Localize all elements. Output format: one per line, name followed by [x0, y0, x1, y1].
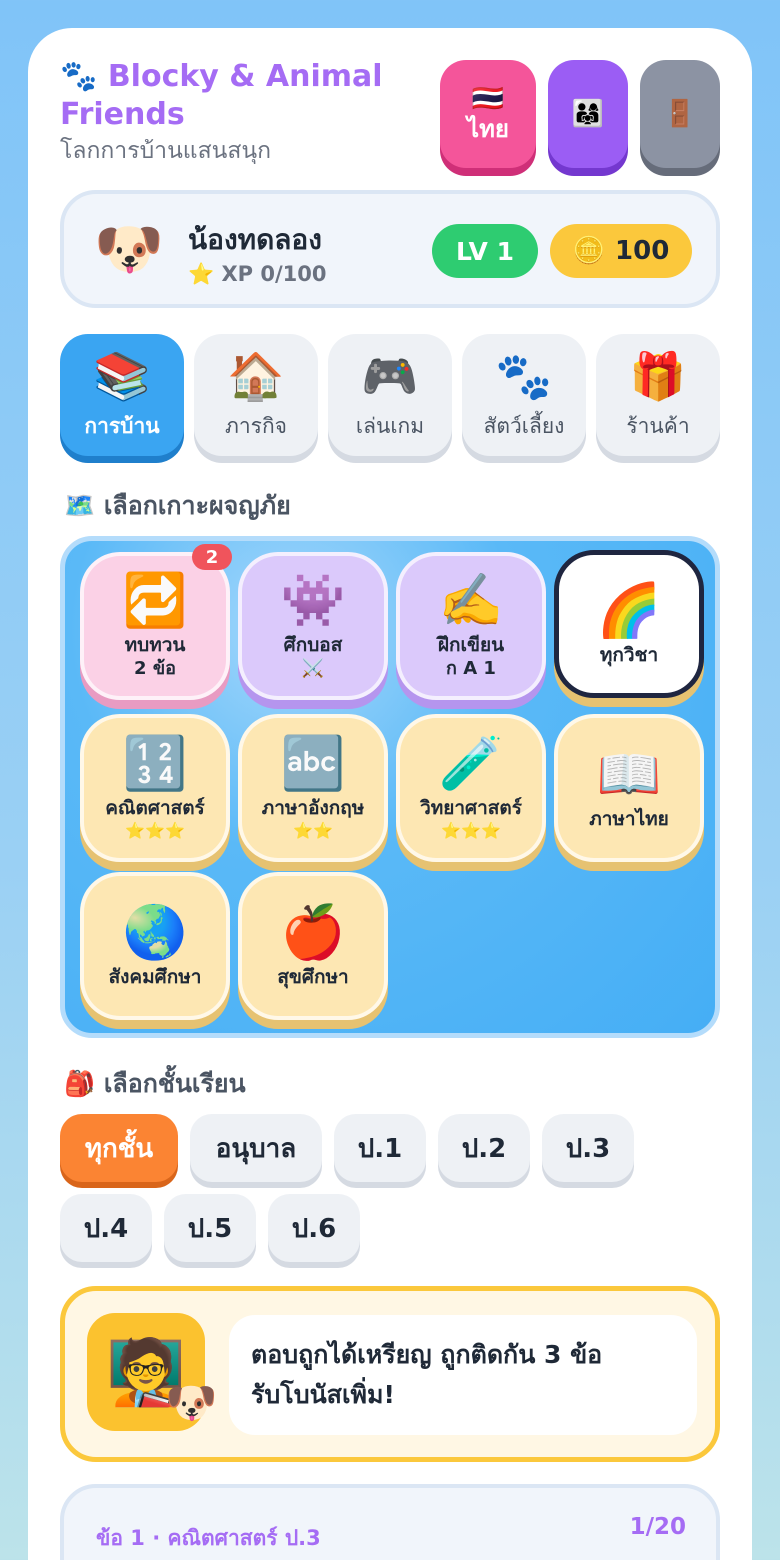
- tip-bubble: ตอบถูกได้เหรียญ ถูกติดกัน 3 ข้อ รับโบนัส…: [229, 1315, 697, 1435]
- island-label: ภาษาไทย: [589, 808, 669, 830]
- island-math[interactable]: 🔢 คณิตศาสตร์ ⭐⭐⭐: [80, 714, 230, 862]
- globe-icon: 🌏: [122, 903, 188, 963]
- grade-chip-p5[interactable]: ป.5: [164, 1194, 256, 1262]
- island-all-subjects[interactable]: 🌈 ทุกวิชา: [554, 550, 704, 698]
- tab-shop[interactable]: 🎁 ร้านค้า: [596, 334, 720, 456]
- coin-count: 100: [615, 236, 670, 266]
- island-health[interactable]: 🍎 สุขศึกษา: [238, 872, 388, 1020]
- crossed-swords-icon: ⚔️: [301, 658, 325, 679]
- island-social-studies[interactable]: 🌏 สังคมศึกษา: [80, 872, 230, 1020]
- dog-icon: 🐶: [165, 1378, 218, 1427]
- tab-label: สัตว์เลี้ยง: [483, 413, 565, 438]
- tip-text-line1: ตอบถูกได้เหรียญ ถูกติดกัน 3 ข้อ: [251, 1340, 603, 1369]
- island-label: วิทยาศาสตร์: [420, 797, 522, 819]
- question-card: ข้อ 1 · คณิตศาสตร์ ป.3 1/20: [60, 1484, 720, 1560]
- question-label: ข้อ 1 · คณิตศาสตร์ ป.3: [96, 1526, 321, 1550]
- writing-hand-icon: ✍️: [438, 571, 504, 631]
- grade-chip-all[interactable]: ทุกชั้น: [60, 1114, 178, 1182]
- tab-label: ภารกิจ: [225, 413, 287, 438]
- island-boss-battle[interactable]: 👾 ศึกบอส ⚔️: [238, 552, 388, 700]
- star-rating: ⭐⭐⭐: [441, 821, 501, 840]
- app-title: 🐾 Blocky & Animal Friends: [60, 58, 400, 134]
- player-name: น้องทดลอง: [188, 223, 322, 256]
- island-label: ทบทวน: [124, 634, 186, 656]
- coin-icon: 🪙: [572, 236, 606, 266]
- island-science[interactable]: 🧪 วิทยาศาสตร์ ⭐⭐⭐: [396, 714, 546, 862]
- family-icon: 👨‍👩‍👧: [571, 99, 605, 129]
- parent-mode-button[interactable]: 👨‍👩‍👧: [548, 60, 628, 168]
- grade-chip-p3[interactable]: ป.3: [542, 1114, 634, 1182]
- tip-text-line2: รับโบนัสเพิ่ม!: [251, 1380, 395, 1409]
- islands-section-title: 🗺️ เลือกเกาะผจญภัย: [64, 486, 291, 526]
- star-rating: ⭐⭐⭐: [125, 821, 185, 840]
- gift-icon: 🎁: [629, 348, 687, 403]
- coin-balance: 🪙 100: [550, 224, 692, 278]
- books-icon: 📚: [93, 348, 151, 403]
- grade-chip-p1[interactable]: ป.1: [334, 1114, 426, 1182]
- tab-homework[interactable]: 📚 การบ้าน: [60, 334, 184, 456]
- island-thai[interactable]: 📖 ภาษาไทย: [554, 714, 704, 862]
- grade-chip-p6[interactable]: ป.6: [268, 1194, 360, 1262]
- tip-card: 🧑‍🏫 🐶 ตอบถูกได้เหรียญ ถูกติดกัน 3 ข้อ รั…: [60, 1286, 720, 1462]
- numbers-icon: 🔢: [122, 734, 188, 794]
- island-label: ฝึกเขียน: [437, 634, 505, 656]
- grade-chip-kindergarten[interactable]: อนุบาล: [190, 1114, 322, 1182]
- island-label: ทุกวิชา: [599, 644, 659, 666]
- main-tabs: 📚 การบ้าน 🏠 ภารกิจ 🎮 เล่นเกม 🐾 สัตว์เลี้…: [60, 334, 720, 456]
- level-badge: LV 1: [432, 224, 538, 278]
- question-counter: 1/20: [629, 1514, 686, 1540]
- app-subtitle: โลกการบ้านแสนสนุก: [60, 138, 272, 164]
- review-count-badge: 2: [192, 544, 232, 570]
- tab-label: ร้านค้า: [626, 413, 690, 438]
- repeat-icon: 🔁: [122, 571, 188, 631]
- exit-button[interactable]: 🚪: [640, 60, 720, 168]
- dog-avatar-icon[interactable]: 🐶: [94, 218, 164, 282]
- house-icon: 🏠: [227, 348, 285, 403]
- open-book-icon: 📖: [596, 745, 662, 805]
- island-label: คณิตศาสตร์: [105, 797, 205, 819]
- app-title-text: Blocky & Animal Friends: [60, 59, 383, 132]
- profile-card: 🐶 น้องทดลอง ⭐ XP 0/100 LV 1 🪙 100: [60, 190, 720, 308]
- apple-icon: 🍎: [280, 903, 346, 963]
- tab-missions[interactable]: 🏠 ภารกิจ: [194, 334, 318, 456]
- tab-games[interactable]: 🎮 เล่นเกม: [328, 334, 452, 456]
- language-label: ไทย: [467, 115, 509, 143]
- app-brand: 🐾 Blocky & Animal Friends โลกการบ้านแสนส…: [60, 58, 400, 166]
- islands-title-text: เลือกเกาะผจญภัย: [103, 491, 291, 520]
- island-english[interactable]: 🔤 ภาษาอังกฤษ ⭐⭐: [238, 714, 388, 862]
- island-label: ศึกบอส: [283, 634, 343, 656]
- backpack-icon: 🎒: [64, 1069, 96, 1098]
- tab-pets[interactable]: 🐾 สัตว์เลี้ยง: [462, 334, 586, 456]
- gamepad-icon: 🎮: [361, 348, 419, 403]
- door-icon: 🚪: [663, 99, 697, 129]
- island-label: สังคมศึกษา: [108, 966, 202, 988]
- star-rating: ⭐⭐: [293, 821, 333, 840]
- island-sub: 2 ข้อ: [134, 658, 176, 679]
- island-review[interactable]: 🔁 ทบทวน 2 ข้อ: [80, 552, 230, 700]
- thai-flag-icon: 🇹🇭: [471, 84, 505, 114]
- alien-monster-icon: 👾: [280, 571, 346, 631]
- island-sub: ก A 1: [446, 658, 496, 679]
- xp-progress: ⭐ XP 0/100: [188, 262, 327, 286]
- tab-label: การบ้าน: [84, 413, 160, 438]
- test-tube-icon: 🧪: [438, 734, 504, 794]
- grade-chip-p2[interactable]: ป.2: [438, 1114, 530, 1182]
- island-writing[interactable]: ✍️ ฝึกเขียน ก A 1: [396, 552, 546, 700]
- paw-icon: 🐾: [495, 348, 553, 403]
- grade-section-title: 🎒 เลือกชั้นเรียน: [64, 1064, 246, 1104]
- abc-icon: 🔤: [280, 734, 346, 794]
- paw-icon: 🐾: [60, 59, 98, 94]
- island-label: ภาษาอังกฤษ: [261, 797, 365, 819]
- grade-title-text: เลือกชั้นเรียน: [103, 1069, 246, 1098]
- map-icon: 🗺️: [64, 491, 96, 520]
- language-button[interactable]: 🇹🇭 ไทย: [440, 60, 536, 168]
- tab-label: เล่นเกม: [355, 413, 425, 438]
- grade-chip-p4[interactable]: ป.4: [60, 1194, 152, 1262]
- island-label: สุขศึกษา: [277, 966, 349, 988]
- rainbow-icon: 🌈: [596, 581, 662, 641]
